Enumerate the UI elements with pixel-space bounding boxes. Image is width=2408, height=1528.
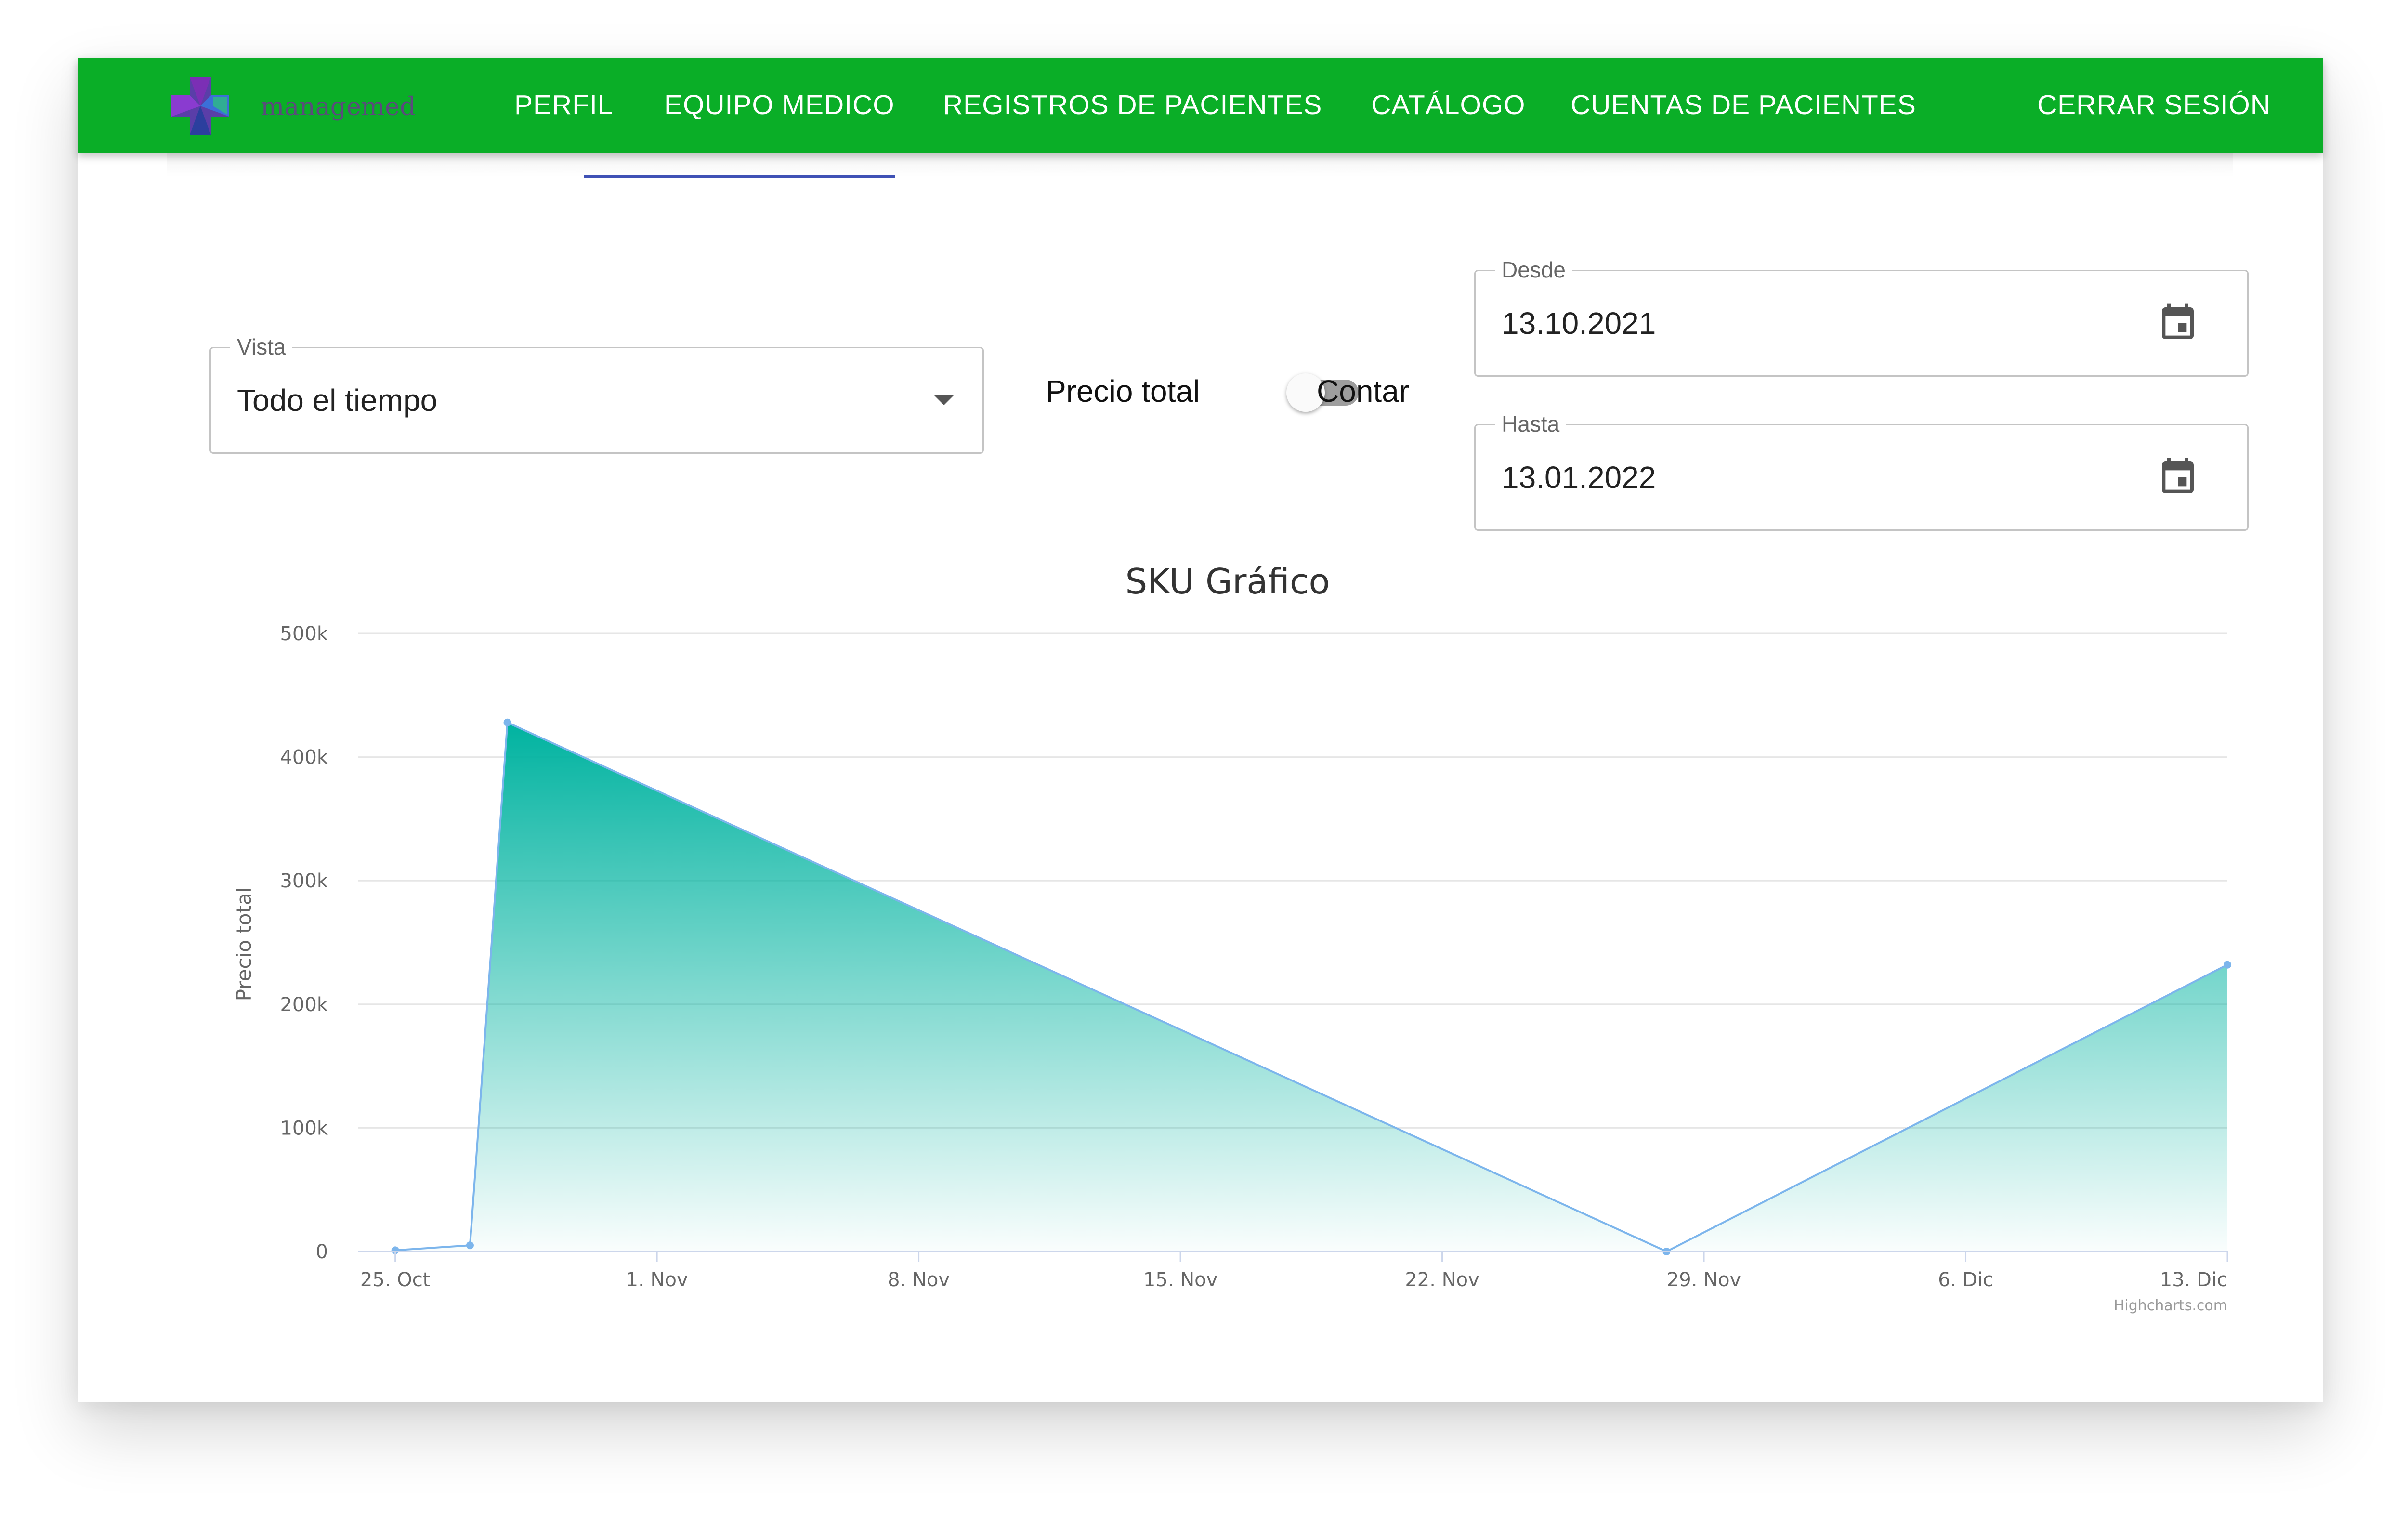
x-tick-label: 6. Dic [1938,1269,1993,1291]
x-tick-label: 22. Nov [1405,1269,1479,1291]
data-point[interactable] [503,718,511,726]
x-tick-label: 29. Nov [1667,1269,1741,1291]
x-tick-label: 25. Oct [360,1269,431,1291]
logout-button[interactable]: CERRAR SESIÓN [2037,58,2271,153]
sku-chart: SKU Gráfico 0 100k 200k 300k 400k 500k Precio… [232,561,2231,1314]
nav-item-perfil[interactable]: PERFIL [514,58,614,153]
y-tick-label: 500k [280,623,328,645]
chart-title: SKU Gráfico [1125,561,1330,602]
x-tick-label: 15. Nov [1143,1269,1217,1291]
medical-cross-logo-icon[interactable] [167,72,234,140]
y-tick-label: 300k [280,870,328,892]
brand-name[interactable]: managemed [261,92,416,121]
y-tick-label: 200k [280,994,328,1016]
top-navbar: managemed PERFIL EQUIPO MEDICO REGISTROS… [78,58,2323,153]
y-tick-label: 100k [280,1117,328,1139]
x-tick-label: 1. Nov [626,1269,688,1291]
nav-item-cuentas-de-pacientes[interactable]: CUENTAS DE PACIENTES [1570,58,1916,153]
app-window: managemed PERFIL EQUIPO MEDICO REGISTROS… [78,58,2323,1402]
y-tick-label: 400k [280,747,328,769]
data-point[interactable] [2224,961,2231,969]
x-tick-label: 13. Dic [2160,1269,2227,1291]
y-tick-label: 0 [316,1241,328,1263]
x-tick-label: 8. Nov [888,1269,950,1291]
highcharts-credits[interactable]: Highcharts.com [2114,1297,2227,1314]
area-fill [395,722,2227,1251]
data-point[interactable] [466,1241,474,1250]
nav-item-equipo-medico[interactable]: EQUIPO MEDICO [664,58,895,153]
y-axis-title: Precio total [232,887,256,1001]
nav-item-registros-de-pacientes[interactable]: REGISTROS DE PACIENTES [943,58,1322,153]
nav-item-catalogo[interactable]: CATÁLOGO [1371,58,1526,153]
